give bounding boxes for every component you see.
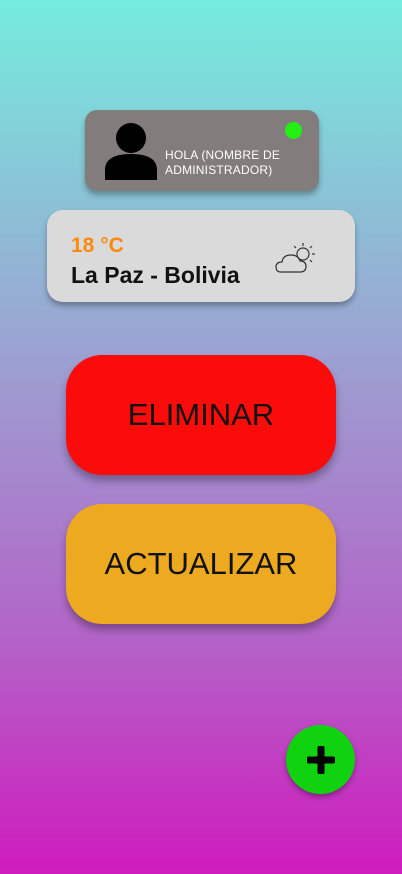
admin-greeting: HOLA (NOMBRE DE ADMINISTRADOR) <box>165 148 281 177</box>
user-card: HOLA (NOMBRE DE ADMINISTRADOR) <box>85 110 319 191</box>
update-button[interactable]: ACTUALIZAR <box>66 504 336 624</box>
delete-button[interactable]: ELIMINAR <box>66 355 336 475</box>
person-icon <box>105 123 157 180</box>
partly-cloudy-icon <box>275 243 315 273</box>
location-text: La Paz - Bolivia <box>71 262 240 288</box>
plus-icon <box>306 745 335 774</box>
temperature-text: 18 °C <box>71 234 124 257</box>
weather-card: 18 °C La Paz - Bolivia <box>47 210 355 302</box>
add-button[interactable] <box>286 725 355 794</box>
online-status-indicator <box>285 122 302 139</box>
